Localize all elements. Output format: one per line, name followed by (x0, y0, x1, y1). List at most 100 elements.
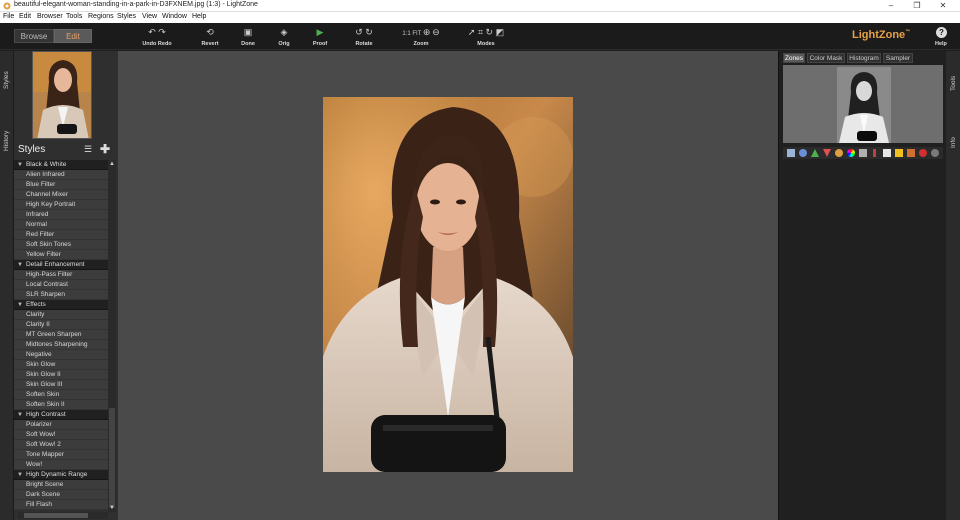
tool-tone-curve-icon[interactable] (907, 149, 915, 157)
style-item[interactable]: Soft Skin Tones (14, 240, 108, 250)
expand-triangle-icon[interactable]: ▼ (17, 160, 23, 170)
style-item[interactable]: Channel Mixer (14, 190, 108, 200)
expand-triangle-icon[interactable]: ▼ (17, 410, 23, 420)
tab-history[interactable]: History (3, 131, 10, 151)
orig-button[interactable]: ◈ Orig (274, 26, 294, 47)
tool-zones-icon[interactable] (787, 149, 795, 157)
tool-white-balance-icon[interactable] (895, 149, 903, 157)
style-item[interactable]: Clarity II (14, 320, 108, 330)
menu-view[interactable]: View (142, 13, 157, 20)
tool-sharpen-icon[interactable] (811, 149, 819, 157)
expand-triangle-icon[interactable]: ▼ (17, 300, 23, 310)
menu-tools[interactable]: Tools (66, 13, 82, 20)
styles-vertical-scrollbar[interactable]: ▲ ▼ (108, 160, 116, 512)
tab-color-mask[interactable]: Color Mask (807, 53, 845, 63)
style-item[interactable]: High-Pass Filter (14, 270, 108, 280)
tool-noise-icon[interactable] (883, 149, 891, 157)
style-item[interactable]: Normal (14, 220, 108, 230)
minimize-button[interactable]: – (878, 0, 904, 12)
menu-regions[interactable]: Regions (88, 13, 114, 20)
style-item[interactable]: Red Filter (14, 230, 108, 240)
arrow-mode-icon[interactable]: ➚ (468, 27, 476, 37)
tool-levels-icon[interactable] (873, 149, 876, 157)
style-item[interactable]: Skin Glow III (14, 380, 108, 390)
browse-mode-button[interactable]: Browse (14, 29, 54, 43)
style-item[interactable]: SLR Sharpen (14, 290, 108, 300)
style-item[interactable]: Blue Filter (14, 180, 108, 190)
help-icon[interactable]: ? (936, 27, 947, 38)
tab-styles[interactable]: Styles (3, 71, 10, 89)
tab-histogram[interactable]: Histogram (847, 53, 881, 63)
scrollbar-thumb[interactable] (109, 408, 115, 508)
style-item[interactable]: Soften Skin II (14, 400, 108, 410)
zoom-in-icon[interactable]: ⊕ (423, 27, 431, 37)
style-item[interactable]: Alien Infrared (14, 170, 108, 180)
style-item[interactable]: Soft Wow! 2 (14, 440, 108, 450)
style-item[interactable]: Local Contrast (14, 280, 108, 290)
zoom-fit-button[interactable]: FIT (412, 31, 421, 37)
rotate-mode-icon[interactable]: ↻ (486, 27, 494, 37)
tab-info[interactable]: Info (950, 137, 957, 148)
edit-mode-button[interactable]: Edit (54, 29, 92, 43)
list-view-icon[interactable]: ☰ (84, 144, 92, 155)
style-item[interactable]: Dark Scene (14, 490, 108, 500)
style-category[interactable]: ▼ Effects (14, 300, 108, 310)
style-item[interactable]: Skin Glow II (14, 370, 108, 380)
crop-mode-icon[interactable]: ⌗ (478, 27, 483, 37)
style-item[interactable]: Bright Scene (14, 480, 108, 490)
tab-tools[interactable]: Tools (950, 76, 957, 91)
tab-zones[interactable]: Zones (783, 53, 805, 63)
tab-sampler[interactable]: Sampler (883, 53, 913, 63)
revert-button[interactable]: ⟲ Revert (198, 26, 222, 47)
scroll-down-icon[interactable]: ▼ (108, 504, 116, 512)
zones-preview[interactable] (783, 65, 943, 143)
tool-clone-icon[interactable] (931, 149, 939, 157)
region-mode-icon[interactable]: ◩ (496, 27, 505, 37)
menu-browser[interactable]: Browser (37, 13, 63, 20)
style-item[interactable]: Midtones Sharpening (14, 340, 108, 350)
scroll-up-icon[interactable]: ▲ (108, 160, 116, 168)
menu-styles[interactable]: Styles (117, 13, 136, 20)
style-item[interactable]: Clarity (14, 310, 108, 320)
proof-button[interactable]: ▶ Proof (309, 26, 331, 47)
style-category[interactable]: ▼ Black & White (14, 160, 108, 170)
tool-color-balance-icon[interactable] (835, 149, 843, 157)
style-item[interactable]: Polarizer (14, 420, 108, 430)
style-item[interactable]: Fill Flash (14, 500, 108, 510)
zoom-one-to-one-button[interactable]: 1:1 (402, 31, 410, 37)
style-item[interactable]: Soft Wow! (14, 430, 108, 440)
expand-triangle-icon[interactable]: ▼ (17, 260, 23, 270)
maximize-button[interactable]: ❐ (904, 0, 930, 12)
close-button[interactable]: ✕ (930, 0, 956, 12)
style-item[interactable]: MT Green Sharpen (14, 330, 108, 340)
style-item[interactable]: Infrared (14, 210, 108, 220)
styles-horizontal-scrollbar[interactable] (18, 512, 108, 519)
style-category[interactable]: ▼ Detail Enhancement (14, 260, 108, 270)
tool-hue-icon[interactable] (823, 149, 831, 157)
help-label[interactable]: Help (935, 41, 947, 47)
tool-color-wheel-icon[interactable] (847, 149, 855, 157)
style-item[interactable]: Negative (14, 350, 108, 360)
undo-redo-button[interactable]: ↶ ↷ Undo Redo (140, 26, 174, 47)
style-category[interactable]: ▼ High Dynamic Range (14, 470, 108, 480)
zoom-out-icon[interactable]: ⊖ (432, 27, 440, 37)
tool-red-eye-icon[interactable] (919, 149, 927, 157)
style-item[interactable]: Wow! (14, 460, 108, 470)
menu-window[interactable]: Window (162, 13, 187, 20)
style-category[interactable]: ▼ High Contrast (14, 410, 108, 420)
horizontal-scrollbar-thumb[interactable] (24, 513, 88, 518)
menu-file[interactable]: File (3, 13, 14, 20)
style-item[interactable]: Tone Mapper (14, 450, 108, 460)
expand-triangle-icon[interactable]: ▼ (17, 470, 23, 480)
menu-edit[interactable]: Edit (19, 13, 31, 20)
style-item[interactable]: Skin Glow (14, 360, 108, 370)
style-item[interactable]: Soften Skin (14, 390, 108, 400)
tool-grayscale-icon[interactable] (859, 149, 867, 157)
rotate-button[interactable]: ↺ ↻ Rotate (352, 26, 376, 47)
menu-help[interactable]: Help (192, 13, 206, 20)
done-button[interactable]: ▣ Done (238, 26, 258, 47)
add-style-icon[interactable]: ✚ (100, 142, 110, 156)
tool-relight-icon[interactable] (799, 149, 807, 157)
image-canvas[interactable] (118, 51, 778, 520)
style-item[interactable]: High Key Portrait (14, 200, 108, 210)
